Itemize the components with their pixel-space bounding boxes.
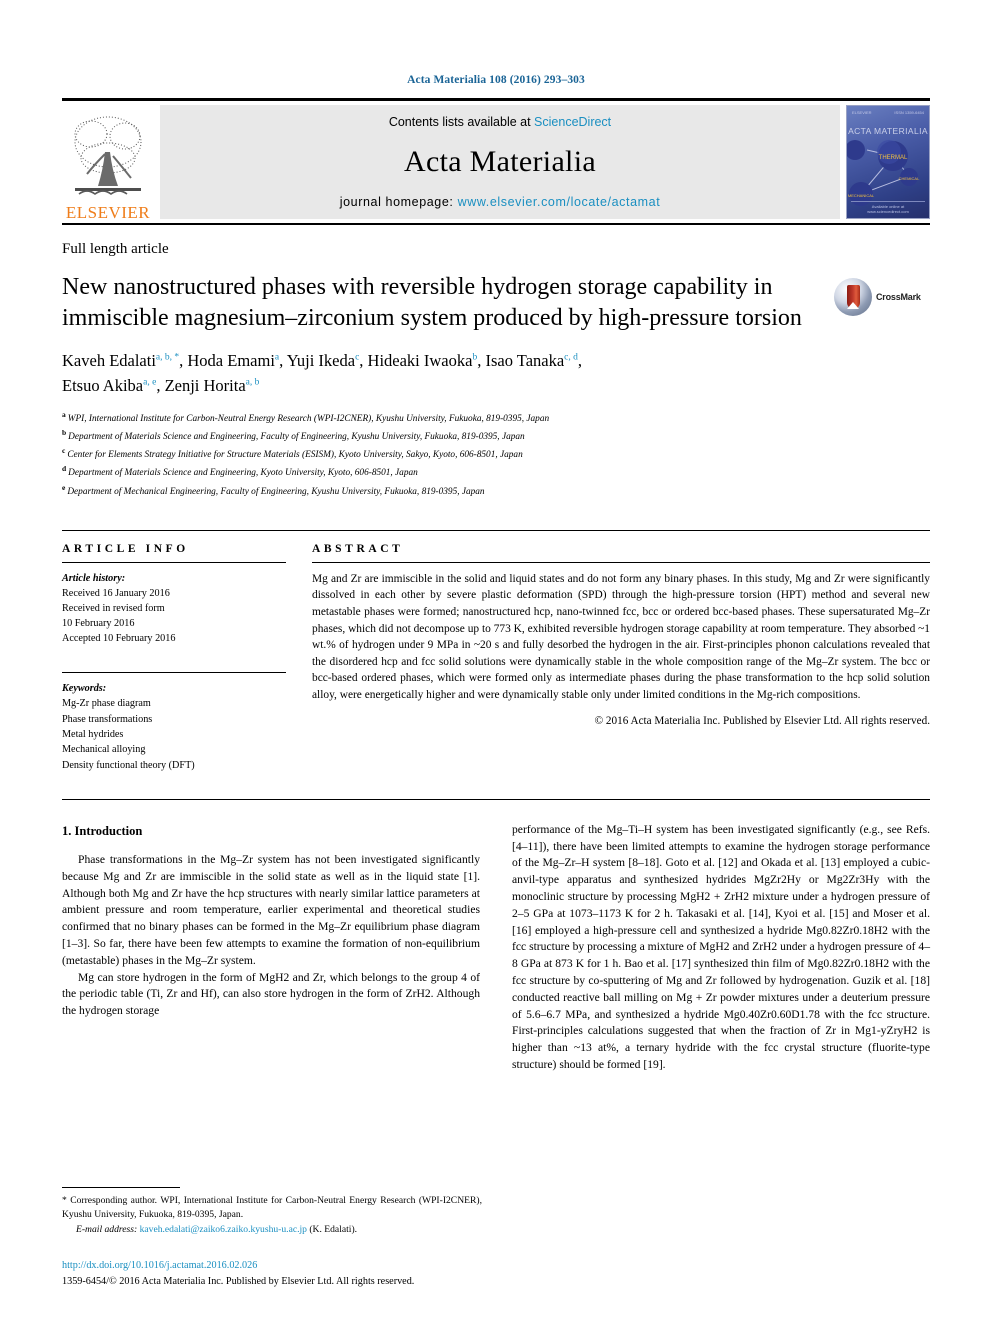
article-info-rule [62,561,286,563]
abstract-copyright: © 2016 Acta Materialia Inc. Published by… [594,714,930,727]
title-row: New nanostructured phases with reversibl… [62,272,930,333]
footnote-zone: * Corresponding author. WPI, Internation… [62,1186,482,1289]
affiliation-text: Department of Materials Science and Engi… [68,468,418,479]
author-affiliation-marks: a, b [245,377,260,388]
history-line: Received 16 January 2016 [62,587,170,599]
journal-cover-thumbnail[interactable]: ELSEVIER ISSN 1359-6454 ACTA MATERIALIA … [846,105,930,219]
body-paragraph: Phase transformations in the Mg–Zr syste… [62,853,480,967]
author-name[interactable]: Etsuo Akiba [62,376,143,395]
abstract-text: Mg and Zr are immiscible in the solid an… [312,572,930,702]
affiliation-mark: d [62,464,67,474]
sciencedirect-link[interactable]: ScienceDirect [534,115,611,129]
affiliation-item: d Department of Materials Science and Eng… [62,463,930,481]
abstract-heading: ABSTRACT [312,542,404,555]
author-affiliation-marks: a, e [143,377,157,388]
doi-link[interactable]: http://dx.doi.org/10.1016/j.actamat.2016… [62,1258,482,1273]
info-abstract-block: ARTICLE INFO Article history: Received 1… [62,529,930,773]
crossmark-label: CrossMark [876,292,921,302]
elsevier-logo: ELSEVIER [62,101,154,223]
elsevier-wordmark: ELSEVIER [65,203,151,222]
body-separator-rule [62,798,930,800]
article-info-heading: ARTICLE INFO [62,542,189,555]
affiliation-text: Department of Materials Science and Engi… [68,432,525,443]
crossmark-badge[interactable]: CrossMark [834,272,930,316]
affiliation-mark: e [62,482,66,492]
history-line: Accepted 10 February 2016 [62,633,176,645]
body-column-right: performance of the Mg–Ti–H system has be… [512,822,930,1074]
email-owner: (K. Edalati). [309,1223,358,1235]
crossmark-icon [834,278,872,316]
journal-homepage-link[interactable]: www.elsevier.com/locate/actamat [458,195,661,209]
body-paragraph: performance of the Mg–Ti–H system has be… [512,822,930,1072]
affiliation-list: a WPI, International Institute for Carbon… [62,409,930,500]
svg-text:THERMAL: THERMAL [879,155,908,161]
crossmark-book-shape [846,285,860,309]
author-affiliation-marks: a, b, * [155,352,180,363]
author-name[interactable]: Zenji Horita [165,376,246,395]
affiliation-item: c Center for Elements Strategy Initiative… [62,445,930,463]
affiliation-text: WPI, International Institute for Carbon-… [67,414,550,425]
abstract-rule [312,561,930,563]
keywords-label: Keywords: [62,683,107,695]
article-history-block: Article history: Received 16 January 201… [62,571,286,646]
author-name[interactable]: Isao Tanaka [485,351,564,370]
keyword-item[interactable]: Mechanical alloying [62,742,286,757]
affiliation-text: Center for Elements Strategy Initiative … [67,450,523,461]
journal-masthead: ELSEVIER Contents lists available at Sci… [62,98,930,225]
section-heading-introduction: 1. Introduction [62,823,143,838]
affiliation-item: a WPI, International Institute for Carbon… [62,409,930,427]
abstract-column: ABSTRACT Mg and Zr are immiscible in the… [312,543,930,773]
author-name[interactable]: Hoda Emami [187,351,275,370]
author-name[interactable]: Kaveh Edalati [62,351,156,370]
email-label: E-mail address: [76,1223,138,1235]
issn-copyright-line: 1359-6454/© 2016 Acta Materialia Inc. Pu… [62,1275,415,1287]
affiliation-item: e Department of Mechanical Engineering, F… [62,482,930,500]
affiliation-text: Department of Mechanical Engineering, Fa… [67,486,485,497]
journal-homepage-line: journal homepage: www.elsevier.com/locat… [340,195,661,209]
masthead-center-panel: Contents lists available at ScienceDirec… [160,105,840,219]
author-affiliation-marks: c, d [564,352,578,363]
author-affiliation-marks: b [472,352,478,363]
body-column-left: 1. Introduction Phase transformations in… [62,822,480,1074]
author-line-1: Kaveh Edalatia, b, *, Hoda Emamia, Yuji … [62,351,583,371]
elsevier-tree-icon [69,112,147,204]
doi-block: http://dx.doi.org/10.1016/j.actamat.2016… [62,1258,482,1289]
article-info-column: ARTICLE INFO Article history: Received 1… [62,543,312,773]
affiliation-mark: c [62,446,66,456]
journal-article-page: Acta Materialia 108 (2016) 293–303 ELSEV… [0,0,992,1323]
contents-available-line: Contents lists available at ScienceDirec… [389,115,611,129]
history-line: Received in revised form [62,602,165,614]
cover-bottom-label: Available online at www.sciencedirect.co… [851,201,925,214]
body-paragraph: Mg can store hydrogen in the form of MgH… [62,970,480,1018]
running-head: Acta Materialia 108 (2016) 293–303 [407,74,585,86]
corresponding-author-note: * Corresponding author. WPI, Internation… [62,1194,482,1220]
affiliation-item: b Department of Materials Science and Eng… [62,427,930,445]
svg-text:CHEMICAL: CHEMICAL [899,176,920,181]
author-name[interactable]: Yuji Ikeda [287,351,355,370]
contents-prefix: Contents lists available at [388,115,535,129]
author-list: Kaveh Edalatia, b, *, Hoda Emamia, Yuji … [62,349,930,399]
affiliation-mark: b [62,428,67,438]
body-columns: 1. Introduction Phase transformations in… [62,822,930,1074]
page-title: New nanostructured phases with reversibl… [62,274,802,331]
author-affiliation-marks: a [274,352,280,363]
history-line: 10 February 2016 [62,617,135,629]
journal-title: Acta Materialia [404,145,596,178]
email-note: E-mail address: kaveh.edalati@zaiko6.zai… [62,1223,482,1237]
email-link[interactable]: kaveh.edalati@zaiko6.zaiko.kyushu-u.ac.j… [140,1224,307,1235]
article-history-label: Article history: [62,572,126,584]
keyword-item[interactable]: Density functional theory (DFT) [62,758,286,773]
keywords-block: Keywords: Mg-Zr phase diagram Phase tran… [62,672,286,773]
keyword-item[interactable]: Mg-Zr phase diagram [62,696,286,711]
author-line-2: Etsuo Akibaa, e, Zenji Horitaa, b [62,376,260,396]
svg-text:MECHANICAL: MECHANICAL [848,193,875,198]
homepage-prefix: journal homepage: [339,195,458,209]
article-type-label: Full length article [62,241,169,257]
affiliation-mark: a [62,409,66,419]
keyword-item[interactable]: Metal hydrides [62,727,286,742]
footnote-rule [62,1186,180,1188]
author-name[interactable]: Hideaki Iwaoka [368,351,473,370]
keyword-item[interactable]: Phase transformations [62,712,286,727]
author-affiliation-marks: c [355,352,360,363]
